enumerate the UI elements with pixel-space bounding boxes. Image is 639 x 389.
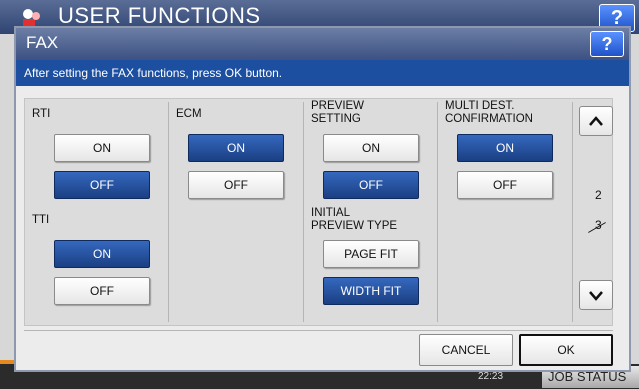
user-functions-icon	[23, 9, 40, 27]
tti-label: TTI	[32, 214, 50, 226]
rti-label: RTI	[32, 108, 51, 120]
ok-button[interactable]: OK	[519, 334, 613, 366]
chevron-up-icon	[589, 116, 603, 126]
rti-off-button[interactable]: OFF	[54, 171, 150, 199]
ecm-label: ECM	[176, 108, 202, 120]
width-fit-button[interactable]: WIDTH FIT	[323, 277, 419, 305]
ecm-off-button[interactable]: OFF	[188, 171, 284, 199]
rti-on-button[interactable]: ON	[54, 134, 150, 162]
dialog-title: FAX	[26, 33, 59, 52]
scroll-up-button[interactable]	[579, 106, 613, 136]
message-bar: After setting the FAX functions, press O…	[16, 60, 629, 86]
instruction-message: After setting the FAX functions, press O…	[24, 66, 283, 80]
preview-setting-label-line2: SETTING	[311, 113, 361, 125]
cancel-button[interactable]: CANCEL	[419, 334, 513, 366]
ecm-on-button[interactable]: ON	[188, 134, 284, 162]
multi-dest-label-line2: CONFIRMATION	[445, 113, 533, 125]
total-pages: 3	[595, 218, 602, 232]
multi-dest-on-button[interactable]: ON	[457, 134, 553, 162]
initial-preview-type-label-line1: INITIAL	[311, 207, 350, 219]
preview-off-button[interactable]: OFF	[323, 171, 419, 199]
preview-setting-label-line1: PREVIEW	[311, 100, 365, 112]
current-page: 2	[595, 188, 602, 202]
help-button[interactable]: ?	[590, 31, 624, 57]
page-fit-button[interactable]: PAGE FIT	[323, 240, 419, 268]
initial-preview-type-label-line2: PREVIEW TYPE	[311, 220, 398, 232]
footer-divider	[24, 330, 613, 331]
column-divider	[437, 102, 438, 322]
column-divider	[303, 102, 304, 322]
dialog-titlebar: FAX ?	[16, 28, 629, 60]
tti-on-button[interactable]: ON	[54, 240, 150, 268]
clock: 22:23	[478, 371, 504, 382]
chevron-down-icon	[589, 291, 603, 301]
column-divider	[572, 102, 573, 322]
fax-dialog: FAX ? After setting the FAX functions, p…	[14, 26, 631, 372]
multi-dest-label-line1: MULTI DEST.	[445, 100, 515, 112]
tti-off-button[interactable]: OFF	[54, 277, 150, 305]
column-divider	[168, 102, 169, 322]
multi-dest-off-button[interactable]: OFF	[457, 171, 553, 199]
preview-on-button[interactable]: ON	[323, 134, 419, 162]
scroll-down-button[interactable]	[579, 280, 613, 310]
